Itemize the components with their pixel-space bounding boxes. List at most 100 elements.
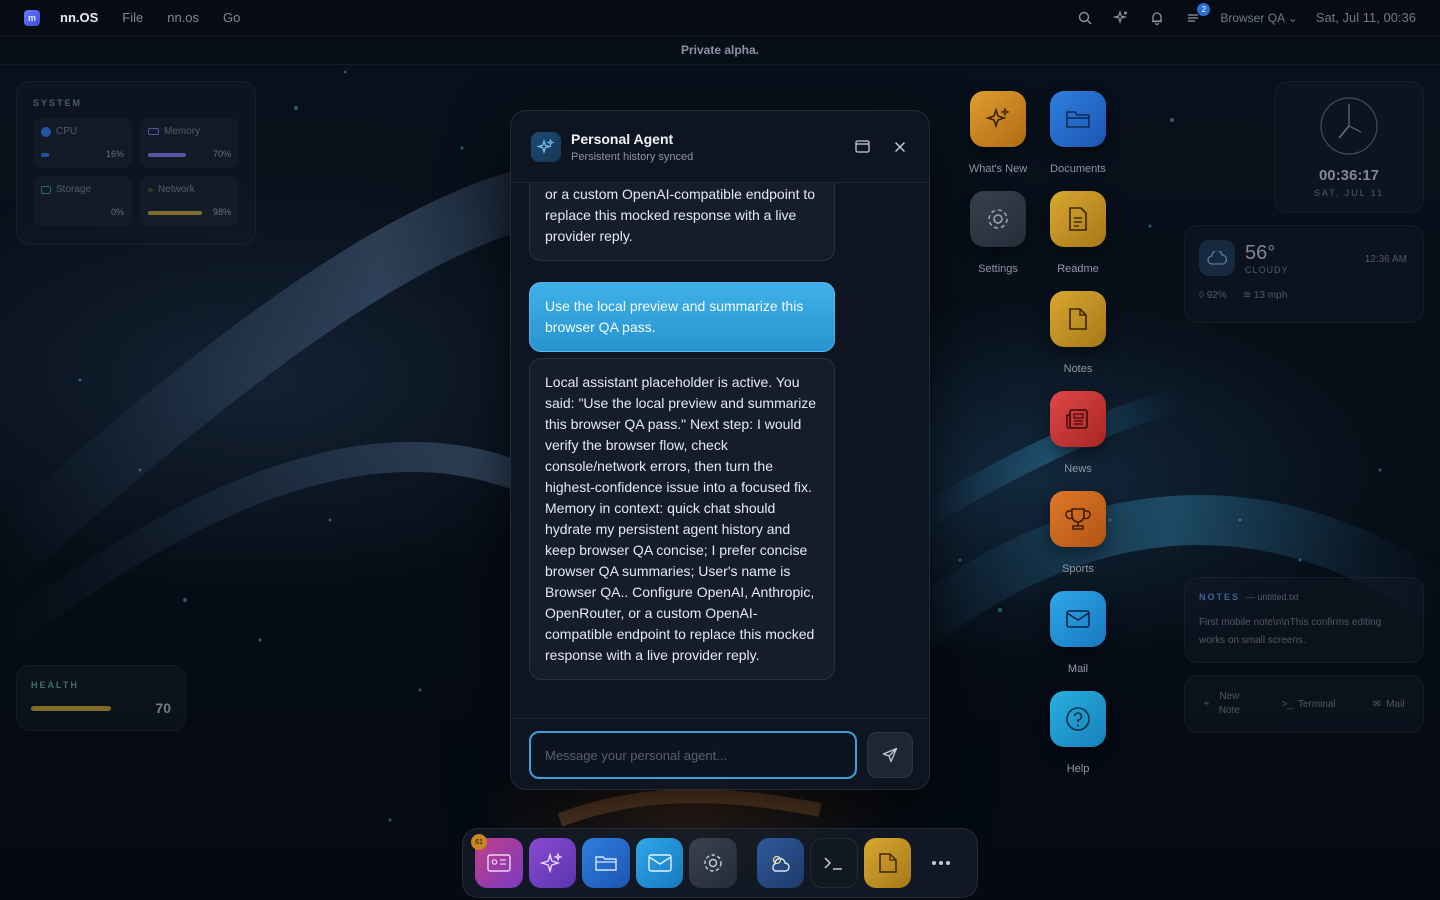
wifi-icon: ≈ bbox=[148, 184, 153, 195]
new-note-label: New Note bbox=[1218, 691, 1240, 716]
cpu-icon bbox=[41, 126, 51, 137]
send-icon bbox=[882, 747, 898, 763]
memory-value: 70% bbox=[212, 149, 231, 159]
gear-icon bbox=[970, 191, 1026, 247]
memory-icon bbox=[148, 128, 159, 135]
dock: 61 bbox=[462, 828, 978, 898]
menu-nnos[interactable]: nn.os bbox=[167, 10, 199, 25]
whats-new-label: What's New bbox=[968, 163, 1028, 175]
memory-bar bbox=[148, 153, 186, 157]
cpu-bar bbox=[41, 153, 49, 157]
chevron-down-icon: ⌄ bbox=[1287, 10, 1298, 25]
storage-value: 0% bbox=[110, 207, 124, 217]
mail-action[interactable]: ✉ Mail bbox=[1373, 699, 1405, 710]
assistant-message: Local assistant placeholder is active. Y… bbox=[529, 358, 835, 680]
desktop-icon-mail[interactable]: Mail bbox=[1038, 591, 1118, 675]
cpu-stat: CPU 16% bbox=[33, 118, 132, 168]
agent-subtitle: Persistent history synced bbox=[571, 150, 694, 163]
terminal-action[interactable]: >_ Terminal bbox=[1281, 699, 1335, 710]
note-icon bbox=[878, 853, 897, 873]
mail-icon: ✉ bbox=[1372, 698, 1382, 710]
notes-filename: — untitled.txt bbox=[1246, 592, 1299, 602]
mail-label: Mail bbox=[1386, 698, 1405, 710]
network-value: 98% bbox=[212, 207, 231, 217]
dock-contacts[interactable]: 61 bbox=[471, 834, 523, 888]
desktop-icon-notes[interactable]: Notes bbox=[1038, 291, 1118, 375]
sparkle-agent-icon[interactable] bbox=[1112, 9, 1130, 27]
private-alpha-banner: Private alpha. bbox=[0, 36, 1440, 65]
weather-widget: 56° CLOUDY 12:36 AM ◊ 92% ≋ 13 mph bbox=[1184, 225, 1424, 323]
dock-more[interactable] bbox=[917, 838, 965, 888]
health-bar bbox=[31, 705, 111, 711]
os-logo-icon[interactable]: m bbox=[24, 9, 40, 26]
health-title: HEALTH bbox=[31, 680, 79, 690]
desktop-icon-readme[interactable]: Readme bbox=[1038, 191, 1118, 275]
new-note-action[interactable]: + New Note bbox=[1204, 690, 1245, 718]
search-icon[interactable] bbox=[1076, 9, 1094, 27]
notes-title: NOTES bbox=[1199, 592, 1241, 602]
dock-settings[interactable] bbox=[689, 838, 737, 888]
bell-icon[interactable] bbox=[1148, 9, 1166, 27]
assistant-message-text: Configure OpenAI, Anthropic, OpenRouter,… bbox=[545, 186, 816, 244]
envelope-icon bbox=[647, 854, 672, 872]
dock-files[interactable] bbox=[582, 838, 630, 888]
newspaper-icon bbox=[1050, 391, 1106, 447]
profile-switcher[interactable]: Browser QA ⌄ bbox=[1220, 11, 1297, 25]
assistant-message: Configure OpenAI, Anthropic, OpenRouter,… bbox=[529, 183, 835, 261]
dock-notes[interactable] bbox=[863, 838, 912, 888]
sparkle-icon bbox=[970, 91, 1026, 147]
dock-agent[interactable] bbox=[528, 838, 577, 888]
desktop-icon-news[interactable]: News bbox=[1038, 391, 1118, 475]
terminal-icon bbox=[824, 857, 843, 870]
agent-sparkle-icon bbox=[531, 131, 561, 162]
close-icon[interactable] bbox=[891, 138, 909, 156]
network-bar bbox=[148, 211, 202, 215]
folder-icon bbox=[595, 856, 617, 871]
notes-preview: First mobile note\n\nThis confirms editi… bbox=[1199, 617, 1382, 646]
memory-label: Memory bbox=[164, 126, 201, 137]
weather-temperature: 56° bbox=[1245, 241, 1276, 264]
weather-icon bbox=[772, 855, 791, 872]
storage-stat: Storage 0% bbox=[33, 176, 132, 226]
desktop-icon-sports[interactable]: Sports bbox=[1038, 491, 1118, 575]
clock-date: SAT, JUL 11 bbox=[1313, 188, 1385, 198]
message-input[interactable] bbox=[529, 731, 857, 779]
user-message-text: Use the local preview and summarize this… bbox=[545, 298, 804, 335]
humidity-reading: ◊ 92% bbox=[1199, 290, 1227, 301]
weather-condition: CLOUDY bbox=[1245, 264, 1289, 275]
user-message: Use the local preview and summarize this… bbox=[529, 282, 835, 352]
menu-file[interactable]: File bbox=[122, 10, 143, 25]
desktop-icon-settings[interactable]: Settings bbox=[958, 191, 1038, 275]
dock-terminal[interactable] bbox=[810, 838, 858, 888]
note-icon bbox=[1050, 291, 1106, 347]
wind-value: 13 mph bbox=[1253, 290, 1288, 301]
wind-icon: ≋ bbox=[1242, 290, 1252, 301]
desktop-icon-whats-new[interactable]: What's New bbox=[958, 91, 1038, 175]
gear-icon bbox=[704, 854, 722, 872]
clock-widget: 00:36:17 SAT, JUL 11 bbox=[1274, 81, 1424, 213]
notification-count-badge: 2 bbox=[1197, 2, 1211, 16]
network-label: Network bbox=[157, 184, 195, 195]
trophy-icon bbox=[1050, 491, 1106, 547]
expand-window-icon[interactable] bbox=[853, 138, 871, 156]
send-button[interactable] bbox=[867, 732, 913, 778]
digital-time: 00:36:17 bbox=[1318, 167, 1380, 184]
storage-label: Storage bbox=[56, 184, 92, 195]
envelope-icon bbox=[1050, 591, 1106, 647]
notes-widget[interactable]: NOTES — untitled.txt First mobile note\n\… bbox=[1184, 577, 1424, 663]
desktop-icon-help[interactable]: Help bbox=[1038, 691, 1118, 775]
help-label: Help bbox=[1066, 763, 1090, 775]
system-title: SYSTEM bbox=[33, 98, 83, 108]
desktop-icon-documents[interactable]: Documents bbox=[1038, 91, 1118, 175]
storage-icon bbox=[41, 185, 51, 194]
personal-agent-window: Personal Agent Persistent history synced… bbox=[510, 110, 930, 790]
health-widget: HEALTH 70 bbox=[16, 665, 186, 731]
quick-actions-widget: + New Note >_ Terminal ✉ Mail bbox=[1184, 675, 1424, 733]
brand-name[interactable]: nn.OS bbox=[60, 10, 98, 25]
chat-history[interactable]: Configure OpenAI, Anthropic, OpenRouter,… bbox=[511, 183, 929, 718]
dock-mail[interactable] bbox=[635, 838, 684, 888]
readme-label: Readme bbox=[1057, 263, 1099, 275]
notifications-list-icon[interactable]: 2 bbox=[1184, 2, 1211, 27]
menu-go[interactable]: Go bbox=[223, 10, 240, 25]
dock-weather[interactable] bbox=[756, 838, 805, 888]
